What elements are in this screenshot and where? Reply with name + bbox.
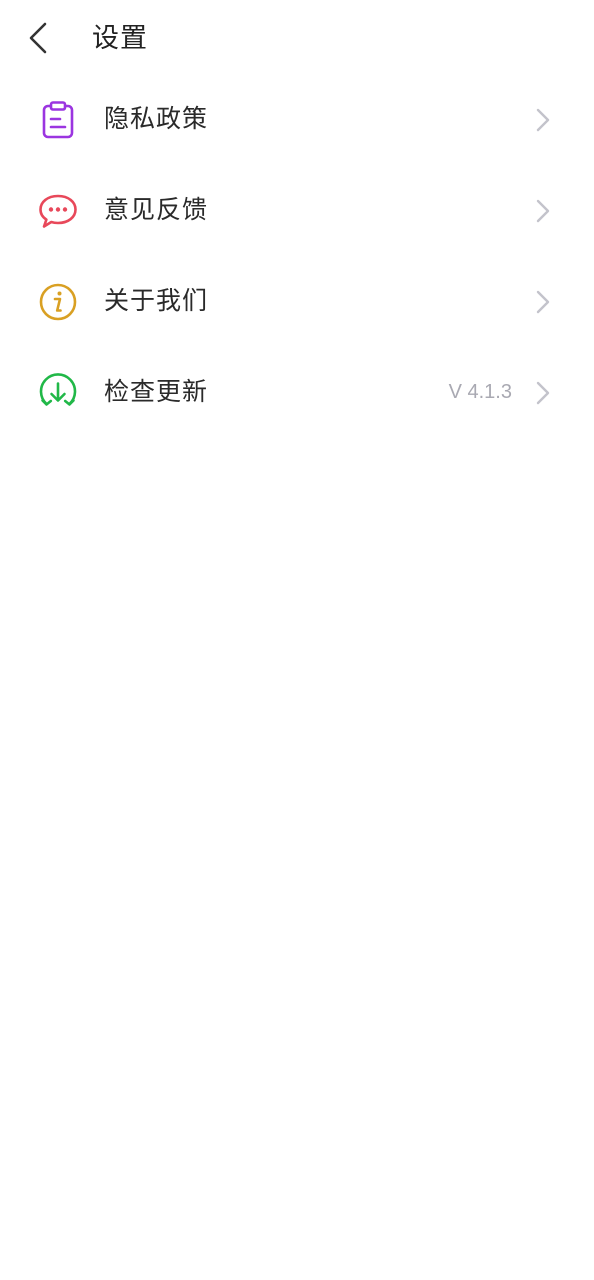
back-button[interactable] (18, 16, 58, 60)
menu-item-label: 关于我们 (104, 286, 209, 315)
menu-item-check-update[interactable]: 检查更新 V 4.1.3 (0, 347, 594, 438)
menu-item-label: 隐私政策 (104, 104, 209, 133)
menu-item-privacy-policy[interactable]: 隐私政策 (0, 74, 594, 165)
settings-menu: 隐私政策 意见反馈 关于我们 检查更新 V 4.1.3 (0, 74, 594, 438)
chevron-right-icon (536, 199, 550, 223)
menu-item-label: 意见反馈 (104, 195, 209, 224)
header-bar: 设置 (0, 0, 594, 78)
chevron-right-icon (536, 290, 550, 314)
menu-item-feedback[interactable]: 意见反馈 (0, 165, 594, 256)
chat-bubble-icon (39, 194, 77, 228)
chevron-left-icon (29, 22, 47, 54)
info-icon (39, 283, 77, 321)
chevron-right-icon (536, 108, 550, 132)
chevron-right-icon (536, 381, 550, 405)
page-title: 设置 (92, 23, 148, 54)
menu-item-label: 检查更新 (104, 377, 209, 406)
clipboard-icon (42, 101, 74, 139)
version-value: V 4.1.3 (448, 381, 512, 403)
download-refresh-icon (39, 373, 77, 406)
menu-item-about-us[interactable]: 关于我们 (0, 256, 594, 347)
